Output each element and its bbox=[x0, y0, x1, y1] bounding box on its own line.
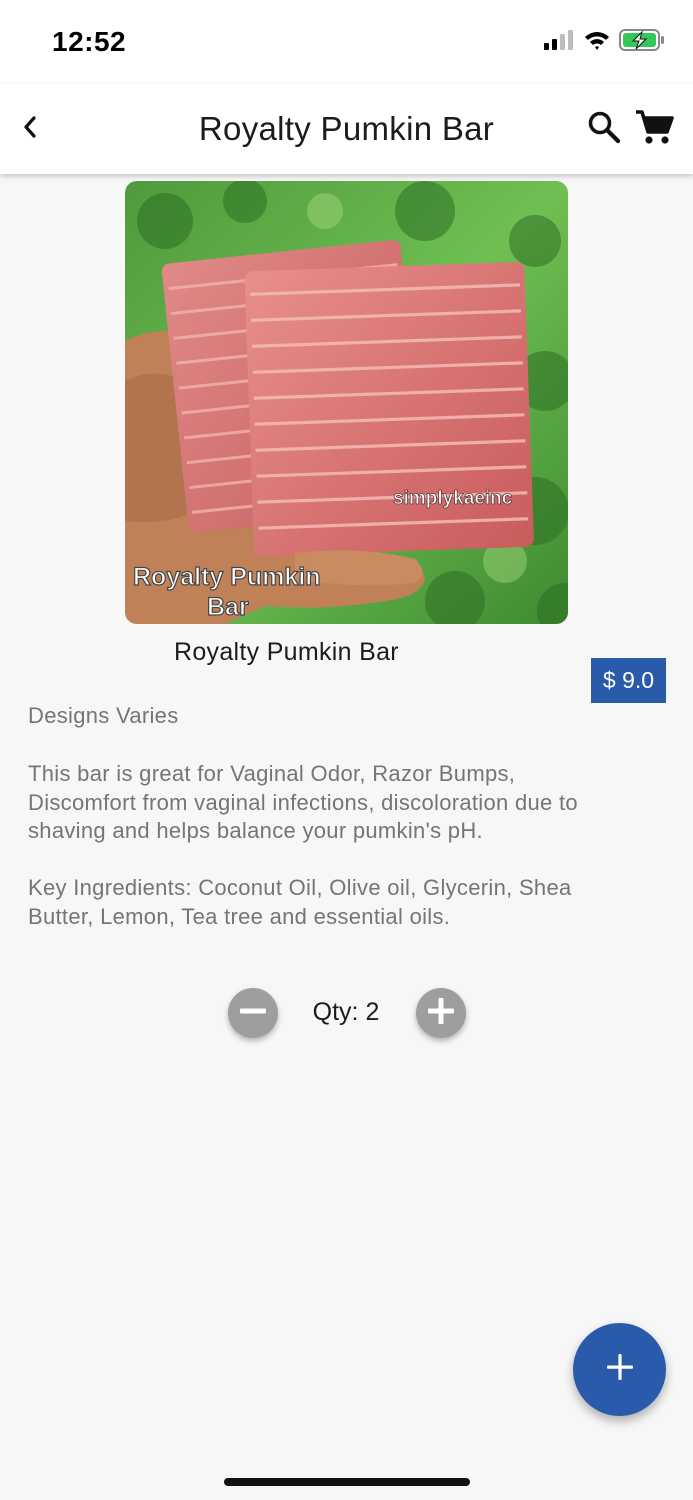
product-description: This bar is great for Vaginal Odor, Razo… bbox=[28, 761, 578, 929]
battery-charging-icon bbox=[619, 28, 665, 57]
decrement-button[interactable] bbox=[228, 988, 278, 1038]
image-caption-line2: Bar bbox=[207, 593, 249, 621]
search-button[interactable] bbox=[582, 105, 626, 153]
wifi-icon bbox=[583, 29, 611, 56]
plus-icon bbox=[605, 1352, 635, 1387]
product-image: simplykaeinc Royalty Pumkin Bar bbox=[125, 181, 568, 624]
minus-circle-icon bbox=[238, 996, 268, 1031]
status-bar: 12:52 bbox=[0, 0, 693, 84]
image-caption-line1: Royalty Pumkin bbox=[133, 563, 321, 591]
status-time: 12:52 bbox=[52, 26, 127, 57]
price-badge: $ 9.0 bbox=[591, 658, 666, 703]
plus-circle-icon bbox=[426, 996, 456, 1031]
product-subtitle: Designs Varies bbox=[28, 703, 179, 728]
quantity-label: Qty: 2 bbox=[312, 998, 380, 1026]
product-name: Royalty Pumkin Bar bbox=[174, 638, 399, 666]
watermark-text: simplykaeinc bbox=[393, 488, 513, 509]
increment-button[interactable] bbox=[416, 988, 466, 1038]
quantity-stepper: Qty: 2 bbox=[0, 986, 693, 1042]
search-icon bbox=[587, 110, 621, 149]
home-indicator[interactable] bbox=[224, 1478, 470, 1486]
app-bar: Royalty Pumkin Bar bbox=[0, 84, 693, 174]
cart-button[interactable] bbox=[630, 105, 678, 153]
cellular-signal-icon bbox=[543, 29, 575, 56]
status-icons bbox=[543, 28, 665, 57]
shopping-cart-icon bbox=[634, 108, 674, 151]
add-to-cart-fab[interactable] bbox=[573, 1323, 666, 1416]
